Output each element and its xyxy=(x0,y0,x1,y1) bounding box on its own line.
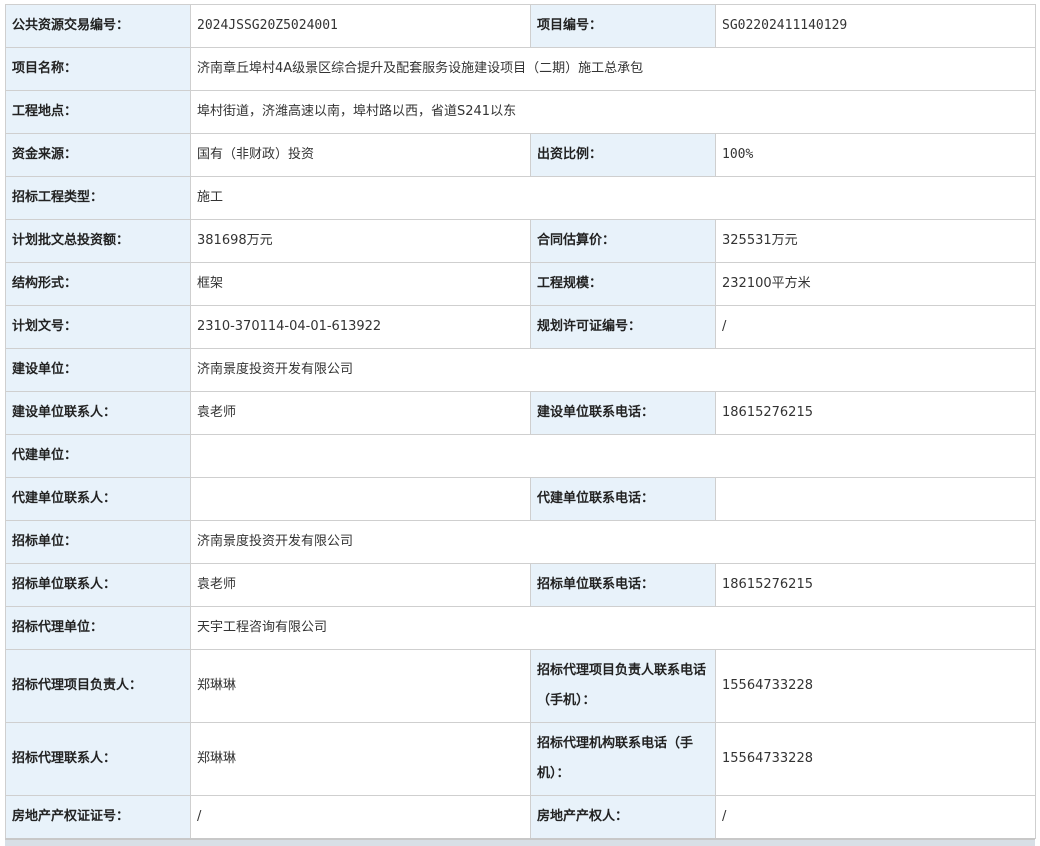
label-tender-agency: 招标代理单位： xyxy=(5,606,191,650)
value-structure-type: 框架 xyxy=(190,262,531,306)
row-tender-agency: 招标代理单位： 天宇工程咨询有限公司 xyxy=(5,606,1036,650)
row-plan-doc: 计划文号： 2310-370114-04-01-613922 规划许可证编号： … xyxy=(5,305,1036,349)
value-agent-builder-contact xyxy=(190,477,531,521)
row-builder-contact: 建设单位联系人： 袁老师 建设单位联系电话： 18615276215 xyxy=(5,391,1036,435)
row-property: 房地产产权证证号： / 房地产产权人： / xyxy=(5,795,1036,839)
label-agency-project-lead: 招标代理项目负责人： xyxy=(5,649,191,723)
row-project-name: 项目名称： 济南章丘埠村4A级景区综合提升及配套服务设施建设项目（二期）施工总承… xyxy=(5,47,1036,91)
table-bottom-bar xyxy=(5,838,1035,846)
label-agency-contact: 招标代理联系人： xyxy=(5,722,191,796)
label-builder-contact: 建设单位联系人： xyxy=(5,391,191,435)
label-tender-type: 招标工程类型： xyxy=(5,176,191,220)
value-total-investment: 381698万元 xyxy=(190,219,531,263)
value-tender-agency: 天宇工程咨询有限公司 xyxy=(190,606,1036,650)
label-agent-builder: 代建单位： xyxy=(5,434,191,478)
label-project-number: 项目编号： xyxy=(530,4,716,48)
value-tenderer: 济南景度投资开发有限公司 xyxy=(190,520,1036,564)
row-trade-number: 公共资源交易编号： 2024JSSG20Z5024001 项目编号： SG022… xyxy=(5,4,1036,48)
row-tenderer: 招标单位： 济南景度投资开发有限公司 xyxy=(5,520,1036,564)
label-property-cert: 房地产产权证证号： xyxy=(5,795,191,839)
row-tenderer-contact: 招标单位联系人： 袁老师 招标单位联系电话： 18615276215 xyxy=(5,563,1036,607)
row-agency-project-lead: 招标代理项目负责人： 郑琳琳 招标代理项目负责人联系电话（手机）： 155647… xyxy=(5,649,1036,723)
value-planning-permit: / xyxy=(715,305,1036,349)
label-tenderer: 招标单位： xyxy=(5,520,191,564)
value-property-owner: / xyxy=(715,795,1036,839)
row-fund-source: 资金来源： 国有（非财政）投资 出资比例： 100% xyxy=(5,133,1036,177)
label-agent-builder-contact: 代建单位联系人： xyxy=(5,477,191,521)
row-agent-builder-contact: 代建单位联系人： 代建单位联系电话： xyxy=(5,477,1036,521)
value-contract-estimate: 325531万元 xyxy=(715,219,1036,263)
value-trade-number: 2024JSSG20Z5024001 xyxy=(190,4,531,48)
label-property-owner: 房地产产权人： xyxy=(530,795,716,839)
label-tenderer-contact: 招标单位联系人： xyxy=(5,563,191,607)
value-plan-doc-number: 2310-370114-04-01-613922 xyxy=(190,305,531,349)
value-property-cert: / xyxy=(190,795,531,839)
label-builder-phone: 建设单位联系电话： xyxy=(530,391,716,435)
value-location: 埠村街道，济潍高速以南，埠村路以西，省道S241以东 xyxy=(190,90,1036,134)
value-tenderer-phone: 18615276215 xyxy=(715,563,1036,607)
row-agent-builder: 代建单位： xyxy=(5,434,1036,478)
label-total-investment: 计划批文总投资额： xyxy=(5,219,191,263)
value-builder-phone: 18615276215 xyxy=(715,391,1036,435)
value-tenderer-contact: 袁老师 xyxy=(190,563,531,607)
label-project-scale: 工程规模： xyxy=(530,262,716,306)
label-fund-source: 资金来源： xyxy=(5,133,191,177)
value-builder-contact: 袁老师 xyxy=(190,391,531,435)
value-project-scale: 232100平方米 xyxy=(715,262,1036,306)
label-agency-contact-phone: 招标代理机构联系电话（手机）： xyxy=(530,722,716,796)
value-project-name: 济南章丘埠村4A级景区综合提升及配套服务设施建设项目（二期）施工总承包 xyxy=(190,47,1036,91)
label-plan-doc-number: 计划文号： xyxy=(5,305,191,349)
row-tender-type: 招标工程类型： 施工 xyxy=(5,176,1036,220)
row-agency-contact: 招标代理联系人： 郑琳琳 招标代理机构联系电话（手机）： 15564733228 xyxy=(5,722,1036,796)
value-agency-project-lead-phone: 15564733228 xyxy=(715,649,1036,723)
value-project-number: SG02202411140129 xyxy=(715,4,1036,48)
value-funding-ratio: 100% xyxy=(715,133,1036,177)
value-agency-project-lead: 郑琳琳 xyxy=(190,649,531,723)
value-fund-source: 国有（非财政）投资 xyxy=(190,133,531,177)
label-builder: 建设单位： xyxy=(5,348,191,392)
label-agency-project-lead-phone: 招标代理项目负责人联系电话（手机）： xyxy=(530,649,716,723)
label-contract-estimate: 合同估算价： xyxy=(530,219,716,263)
label-location: 工程地点： xyxy=(5,90,191,134)
label-planning-permit: 规划许可证编号： xyxy=(530,305,716,349)
label-funding-ratio: 出资比例： xyxy=(530,133,716,177)
project-info-table: 公共资源交易编号： 2024JSSG20Z5024001 项目编号： SG022… xyxy=(5,4,1036,839)
row-investment: 计划批文总投资额： 381698万元 合同估算价： 325531万元 xyxy=(5,219,1036,263)
value-builder: 济南景度投资开发有限公司 xyxy=(190,348,1036,392)
row-builder: 建设单位： 济南景度投资开发有限公司 xyxy=(5,348,1036,392)
row-location: 工程地点： 埠村街道，济潍高速以南，埠村路以西，省道S241以东 xyxy=(5,90,1036,134)
value-agency-contact: 郑琳琳 xyxy=(190,722,531,796)
label-project-name: 项目名称： xyxy=(5,47,191,91)
label-structure-type: 结构形式： xyxy=(5,262,191,306)
label-tenderer-phone: 招标单位联系电话： xyxy=(530,563,716,607)
value-agency-contact-phone: 15564733228 xyxy=(715,722,1036,796)
label-agent-builder-phone: 代建单位联系电话： xyxy=(530,477,716,521)
value-agent-builder xyxy=(190,434,1036,478)
value-tender-type: 施工 xyxy=(190,176,1036,220)
row-structure: 结构形式： 框架 工程规模： 232100平方米 xyxy=(5,262,1036,306)
label-trade-number: 公共资源交易编号： xyxy=(5,4,191,48)
value-agent-builder-phone xyxy=(715,477,1036,521)
